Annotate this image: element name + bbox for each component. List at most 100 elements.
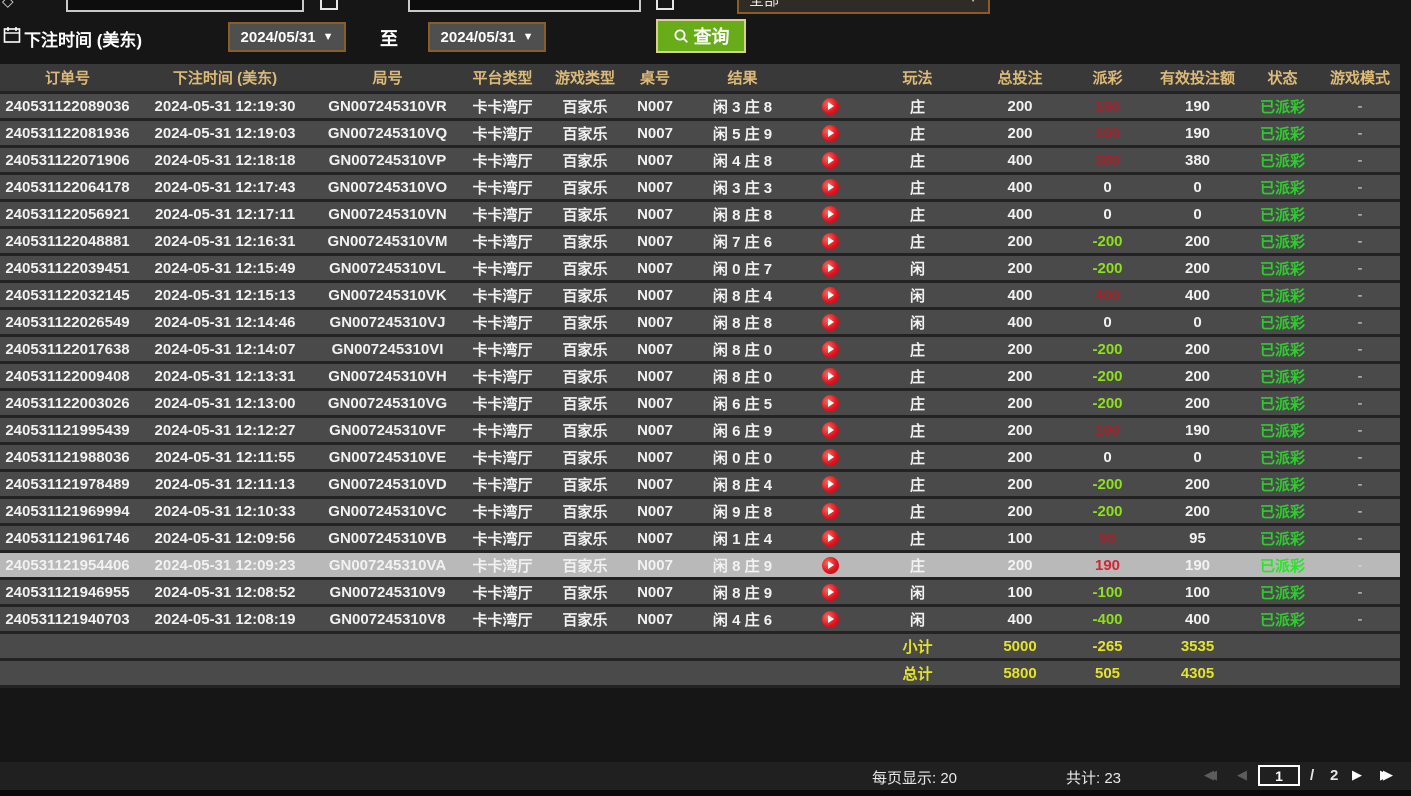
table-row[interactable]: 240531122089036 2024-05-31 12:19:30 GN00… bbox=[0, 94, 1400, 121]
cell-round-number: GN007245310VR bbox=[315, 98, 460, 115]
cell-table-number: N007 bbox=[625, 449, 685, 466]
filter-select-all[interactable]: 全部 ▼ bbox=[737, 0, 990, 14]
filter-input-2[interactable] bbox=[408, 0, 641, 12]
cell-payout: -200 bbox=[1065, 260, 1150, 277]
cell-total-bet: 400 bbox=[975, 179, 1065, 196]
cell-platform-type: 卡卡湾厅 bbox=[460, 339, 545, 360]
cell-order-number: 240531121954406 bbox=[0, 557, 135, 574]
cell-payout: -100 bbox=[1065, 584, 1150, 601]
date-to-select[interactable]: 2024/05/31 ▼ bbox=[428, 22, 546, 52]
prev-page-button[interactable]: ◀ bbox=[1237, 767, 1247, 783]
cell-result: 闲 8 庄 0 bbox=[685, 339, 800, 360]
cell-round-number: GN007245310VE bbox=[315, 449, 460, 466]
cell-round-number: GN007245310VP bbox=[315, 152, 460, 169]
replay-play-icon[interactable] bbox=[822, 449, 839, 466]
replay-play-icon[interactable] bbox=[822, 287, 839, 304]
table-row[interactable]: 240531122026549 2024-05-31 12:14:46 GN00… bbox=[0, 310, 1400, 337]
date-from-select[interactable]: 2024/05/31 ▼ bbox=[228, 22, 346, 52]
cell-play-type: 庄 bbox=[860, 447, 975, 468]
next-page-button[interactable]: ▶ bbox=[1352, 767, 1362, 783]
cell-total-bet: 200 bbox=[975, 422, 1065, 439]
replay-play-icon[interactable] bbox=[822, 557, 839, 574]
cell-payout: -200 bbox=[1065, 341, 1150, 358]
cell-order-number: 240531121946955 bbox=[0, 584, 135, 601]
cell-play-type: 庄 bbox=[860, 231, 975, 252]
cell-total-bet: 200 bbox=[975, 125, 1065, 142]
table-row[interactable]: 240531121940703 2024-05-31 12:08:19 GN00… bbox=[0, 607, 1400, 634]
cell-round-number: GN007245310V8 bbox=[315, 611, 460, 628]
cell-status: 已派彩 bbox=[1245, 582, 1320, 603]
cell-game-mode: - bbox=[1320, 206, 1400, 223]
cell-bet-time: 2024-05-31 12:16:31 bbox=[135, 233, 315, 250]
replay-play-icon[interactable] bbox=[822, 314, 839, 331]
table-row[interactable]: 240531122081936 2024-05-31 12:19:03 GN00… bbox=[0, 121, 1400, 148]
table-row[interactable]: 240531121988036 2024-05-31 12:11:55 GN00… bbox=[0, 445, 1400, 472]
cell-play-type: 闲 bbox=[860, 582, 975, 603]
cell-platform-type: 卡卡湾厅 bbox=[460, 204, 545, 225]
table-row[interactable]: 240531122056921 2024-05-31 12:17:11 GN00… bbox=[0, 202, 1400, 229]
table-row[interactable]: 240531122009408 2024-05-31 12:13:31 GN00… bbox=[0, 364, 1400, 391]
replay-play-icon[interactable] bbox=[822, 341, 839, 358]
to-label: 至 bbox=[380, 25, 398, 51]
bet-records-table: 订单号 下注时间 (美东) 局号 平台类型 游戏类型 桌号 结果 玩法 总投注 … bbox=[0, 64, 1400, 688]
filter-input-1[interactable] bbox=[66, 0, 304, 12]
cell-result: 闲 8 庄 8 bbox=[685, 312, 800, 333]
col-platform-type: 平台类型 bbox=[460, 67, 545, 88]
search-button-label: 查询 bbox=[694, 23, 730, 49]
page-number-input[interactable] bbox=[1258, 765, 1300, 786]
cell-total-bet: 200 bbox=[975, 557, 1065, 574]
replay-play-icon[interactable] bbox=[822, 611, 839, 628]
table-row[interactable]: 240531122032145 2024-05-31 12:15:13 GN00… bbox=[0, 283, 1400, 310]
cell-bet-time: 2024-05-31 12:11:55 bbox=[135, 449, 315, 466]
replay-play-icon[interactable] bbox=[822, 206, 839, 223]
table-row[interactable]: 240531121969994 2024-05-31 12:10:33 GN00… bbox=[0, 499, 1400, 526]
search-button[interactable]: 查询 bbox=[656, 19, 746, 53]
cell-game-mode: - bbox=[1320, 368, 1400, 385]
cell-order-number: 240531121940703 bbox=[0, 611, 135, 628]
replay-play-icon[interactable] bbox=[822, 152, 839, 169]
cell-table-number: N007 bbox=[625, 395, 685, 412]
replay-play-icon[interactable] bbox=[822, 368, 839, 385]
replay-play-icon[interactable] bbox=[822, 422, 839, 439]
cell-game-type: 百家乐 bbox=[545, 150, 625, 171]
replay-play-icon[interactable] bbox=[822, 476, 839, 493]
replay-play-icon[interactable] bbox=[822, 530, 839, 547]
cell-replay bbox=[800, 557, 860, 574]
table-row[interactable]: 240531122003026 2024-05-31 12:13:00 GN00… bbox=[0, 391, 1400, 418]
table-row[interactable]: 240531122017638 2024-05-31 12:14:07 GN00… bbox=[0, 337, 1400, 364]
replay-play-icon[interactable] bbox=[822, 503, 839, 520]
page-separator: / bbox=[1310, 767, 1314, 784]
cell-bet-time: 2024-05-31 12:13:00 bbox=[135, 395, 315, 412]
replay-play-icon[interactable] bbox=[822, 395, 839, 412]
replay-play-icon[interactable] bbox=[822, 260, 839, 277]
cell-game-mode: - bbox=[1320, 584, 1400, 601]
cell-replay bbox=[800, 584, 860, 601]
replay-play-icon[interactable] bbox=[822, 179, 839, 196]
cell-total-bet: 100 bbox=[975, 530, 1065, 547]
table-row[interactable]: 240531122048881 2024-05-31 12:16:31 GN00… bbox=[0, 229, 1400, 256]
table-row[interactable]: 240531121978489 2024-05-31 12:11:13 GN00… bbox=[0, 472, 1400, 499]
table-row[interactable]: 240531122071906 2024-05-31 12:18:18 GN00… bbox=[0, 148, 1400, 175]
table-row[interactable]: 240531122039451 2024-05-31 12:15:49 GN00… bbox=[0, 256, 1400, 283]
last-page-button[interactable]: ▶▶ bbox=[1380, 767, 1393, 783]
cell-status: 已派彩 bbox=[1245, 393, 1320, 414]
first-page-button[interactable]: ◀◀ bbox=[1204, 767, 1217, 783]
table-row[interactable]: 240531122064178 2024-05-31 12:17:43 GN00… bbox=[0, 175, 1400, 202]
replay-play-icon[interactable] bbox=[822, 98, 839, 115]
replay-play-icon[interactable] bbox=[822, 233, 839, 250]
table-row[interactable]: 240531121961746 2024-05-31 12:09:56 GN00… bbox=[0, 526, 1400, 553]
cell-replay bbox=[800, 395, 860, 412]
cell-table-number: N007 bbox=[625, 98, 685, 115]
cell-valid-bet: 200 bbox=[1150, 476, 1245, 493]
cell-play-type: 闲 bbox=[860, 285, 975, 306]
table-row[interactable]: 240531121954406 2024-05-31 12:09:23 GN00… bbox=[0, 553, 1400, 580]
cell-platform-type: 卡卡湾厅 bbox=[460, 312, 545, 333]
table-row[interactable]: 240531121946955 2024-05-31 12:08:52 GN00… bbox=[0, 580, 1400, 607]
table-row[interactable]: 240531121995439 2024-05-31 12:12:27 GN00… bbox=[0, 418, 1400, 445]
cell-game-type: 百家乐 bbox=[545, 474, 625, 495]
replay-play-icon[interactable] bbox=[822, 584, 839, 601]
replay-play-icon[interactable] bbox=[822, 125, 839, 142]
cell-platform-type: 卡卡湾厅 bbox=[460, 393, 545, 414]
cell-play-type: 庄 bbox=[860, 96, 975, 117]
date-from-value: 2024/05/31 bbox=[241, 29, 316, 46]
